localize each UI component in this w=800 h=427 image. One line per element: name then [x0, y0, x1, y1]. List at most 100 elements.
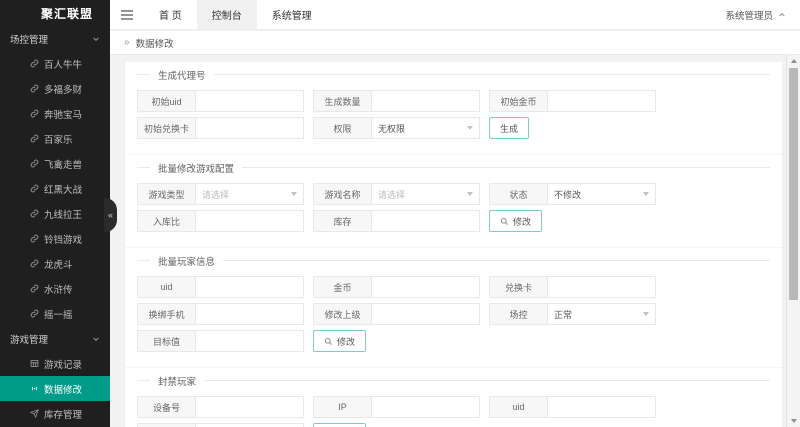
user-menu[interactable]: 系统管理员 [725, 0, 800, 29]
sidebar-item-game-1[interactable]: 百人牛牛 [0, 51, 110, 76]
hamburger-icon [121, 10, 133, 20]
field-label: 换绑手机 [137, 303, 195, 325]
field-label: uid [489, 396, 547, 418]
form-field: 修改上级 [313, 303, 480, 325]
field-label: 设备号 [137, 396, 195, 418]
breadcrumb-separator-icon: » [124, 37, 130, 48]
link-icon [30, 184, 39, 193]
deposit-ratio-input[interactable] [195, 210, 304, 232]
sidebar-item-inventory[interactable]: 库存管理 [0, 401, 110, 426]
form-row: 设备号 IP uid [137, 396, 770, 418]
sidebar-item-game-9[interactable]: 龙虎斗 [0, 251, 110, 276]
section-ban-player: 封禁玩家 设备号 IP uid 状态 [125, 367, 782, 427]
triangle-up-icon [791, 59, 797, 63]
field-label: 生成数量 [313, 90, 371, 112]
permission-select[interactable]: 无权限 [371, 117, 480, 139]
form-field: 初始uid [137, 90, 304, 112]
form-field: 换绑手机 [137, 303, 304, 325]
device-id-input[interactable] [195, 396, 304, 418]
sidebar-item-data-modify[interactable]: 数据修改 [0, 376, 110, 401]
link-icon [30, 84, 39, 93]
sidebar-item-label: 九线拉王 [44, 207, 82, 221]
content-area: 生成代理号 初始uid 生成数量 初始金币 初始兑换卡 [110, 55, 800, 427]
game-type-select[interactable]: 请选择 [195, 183, 304, 205]
form-field: 初始金币 [489, 90, 656, 112]
select-caret-icon [643, 312, 649, 316]
link-icon [30, 284, 39, 293]
scroll-up-button[interactable] [787, 55, 800, 67]
field-label: 状态 [137, 423, 195, 427]
sidebar-item-game-record[interactable]: 游戏记录 [0, 351, 110, 376]
sidebar-item-game-10[interactable]: 水浒传 [0, 276, 110, 301]
sidebar-item-game-2[interactable]: 多福多财 [0, 76, 110, 101]
sidebar-item-label: 百人牛牛 [44, 57, 82, 71]
ip-input[interactable] [371, 396, 480, 418]
top-header: 首 页 控制台 系统管理 系统管理员 [110, 0, 800, 30]
target-value-input[interactable] [195, 330, 304, 352]
field-control-select[interactable]: 正常 [547, 303, 656, 325]
ban-status-select[interactable]: 解封 [195, 423, 304, 427]
field-label: 初始uid [137, 90, 195, 112]
link-icon [30, 134, 39, 143]
sidebar-item-label: 奔驰宝马 [44, 107, 82, 121]
section-title: 批量玩家信息 [137, 253, 770, 268]
tab-home[interactable]: 首 页 [144, 0, 197, 29]
confirm-button[interactable]: 确定 [313, 423, 366, 427]
form-row: 目标值 修改 [137, 330, 770, 352]
form-field: 状态 不修改 [489, 183, 656, 205]
status-select[interactable]: 不修改 [547, 183, 656, 205]
sidebar-item-game-4[interactable]: 百家乐 [0, 126, 110, 151]
field-label: 游戏类型 [137, 183, 195, 205]
uid-input[interactable] [195, 276, 304, 298]
link-icon [30, 59, 39, 68]
initial-exchange-card-input[interactable] [195, 117, 304, 139]
select-caret-icon [643, 192, 649, 196]
form-row: uid 金币 兑换卡 [137, 276, 770, 298]
sidebar-item-game-5[interactable]: 飞禽走兽 [0, 151, 110, 176]
sidebar-item-game-6[interactable]: 红黑大战 [0, 176, 110, 201]
sidebar-item-game-3[interactable]: 奔驰宝马 [0, 101, 110, 126]
menu-toggle-button[interactable] [110, 0, 144, 29]
initial-uid-input[interactable] [195, 90, 304, 112]
link-icon [30, 234, 39, 243]
sidebar-item-game-11[interactable]: 摇一摇 [0, 301, 110, 326]
vertical-scrollbar[interactable] [786, 55, 800, 427]
initial-coin-input[interactable] [547, 90, 656, 112]
sidebar-group-game-management[interactable]: 游戏管理 [0, 326, 110, 351]
generate-button[interactable]: 生成 [489, 117, 529, 139]
form-field: 设备号 [137, 396, 304, 418]
sidebar-group-label: 场控管理 [10, 32, 48, 46]
sidebar-item-game-7[interactable]: 九线拉王 [0, 201, 110, 226]
section-batch-game-config: 批量修改游戏配置 游戏类型 请选择 游戏名称 请选择 [125, 154, 782, 247]
sidebar-item-label: 游戏记录 [44, 357, 82, 371]
form-row: 游戏类型 请选择 游戏名称 请选择 状态 不修改 [137, 183, 770, 205]
coin-input[interactable] [371, 276, 480, 298]
scrollbar-thumb[interactable] [789, 68, 798, 300]
field-label: 初始兑换卡 [137, 117, 195, 139]
link-icon [30, 209, 39, 218]
form-field: 游戏类型 请选择 [137, 183, 304, 205]
form-field: 兑换卡 [489, 276, 656, 298]
sidebar-group-field-control[interactable]: 场控管理 [0, 26, 110, 51]
rebind-phone-input[interactable] [195, 303, 304, 325]
game-name-select[interactable]: 请选择 [371, 183, 480, 205]
sidebar-item-label: 红黑大战 [44, 182, 82, 196]
sidebar-item-label: 飞禽走兽 [44, 157, 82, 171]
form-field: 权限 无权限 [313, 117, 480, 139]
modify-player-info-button[interactable]: 修改 [313, 330, 366, 352]
exchange-card-input[interactable] [547, 276, 656, 298]
form-field: 状态 解封 [137, 423, 304, 427]
generate-count-input[interactable] [371, 90, 480, 112]
sidebar-item-label: 库存管理 [44, 407, 82, 421]
sidebar-item-game-8[interactable]: 铃铛游戏 [0, 226, 110, 251]
form-row: 初始兑换卡 权限 无权限 生成 [137, 117, 770, 139]
modify-game-config-button[interactable]: 修改 [489, 210, 542, 232]
ban-uid-input[interactable] [547, 396, 656, 418]
stock-input[interactable] [371, 210, 480, 232]
sidebar-group-label: 游戏管理 [10, 332, 48, 346]
tab-system-management[interactable]: 系统管理 [257, 0, 327, 29]
tab-console[interactable]: 控制台 [197, 0, 257, 29]
modify-superior-input[interactable] [371, 303, 480, 325]
scroll-down-button[interactable] [787, 415, 800, 427]
link-icon [30, 109, 39, 118]
